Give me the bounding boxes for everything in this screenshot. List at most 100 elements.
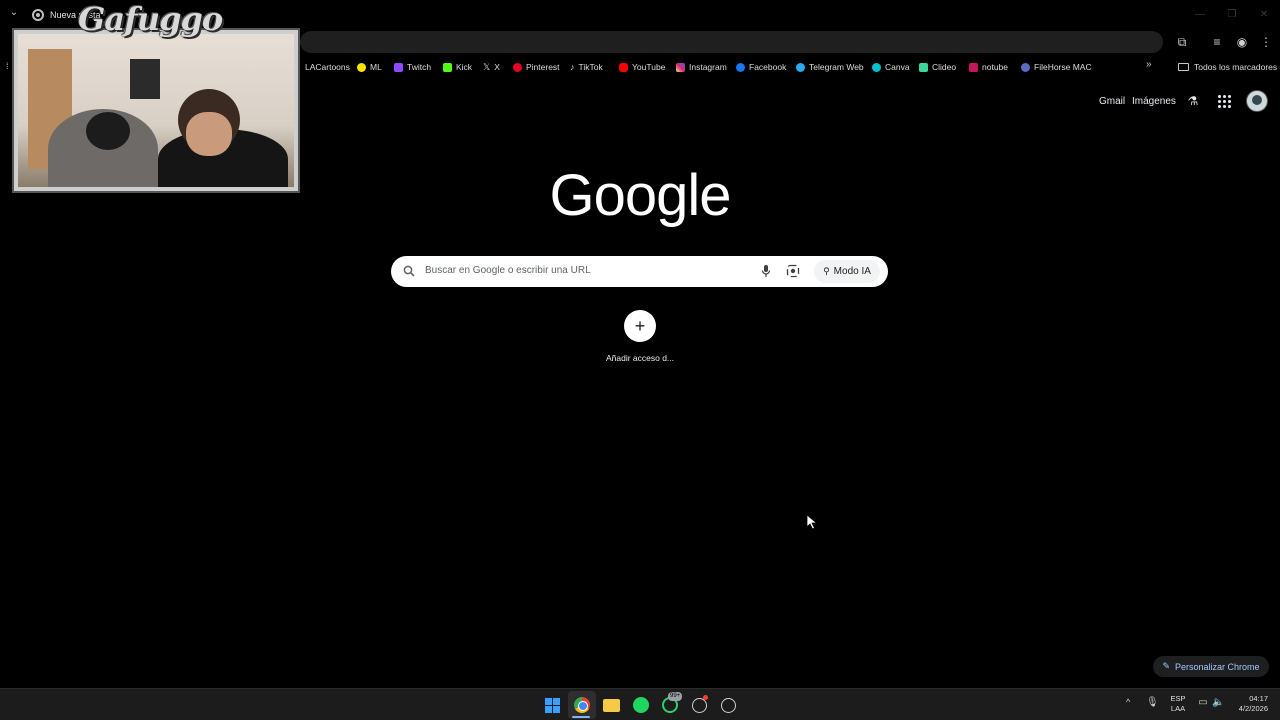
bookmark-canva[interactable]: Canva — [872, 59, 910, 75]
webcam-tv — [130, 59, 160, 99]
file-explorer-taskbar-button[interactable] — [600, 694, 622, 716]
filehorse-icon — [1021, 62, 1030, 72]
webcam-person-right-face — [186, 112, 232, 156]
system-clock[interactable]: 04:17 4/2/2026 — [1228, 694, 1268, 714]
webcam-person-left-head — [86, 112, 130, 150]
window-controls: — ❐ ✕ — [1184, 0, 1280, 28]
kick-icon — [443, 62, 452, 72]
clock-date: 4/2/2026 — [1238, 704, 1268, 713]
ai-search-icon: ⚲ — [823, 266, 830, 276]
microphone-tray-icon[interactable]: 🎙 — [1146, 697, 1159, 709]
bookmark-label: Twitch — [407, 62, 432, 72]
facebook-icon — [736, 62, 745, 72]
steam-icon — [720, 697, 736, 713]
extensions-icon[interactable]: ⧉ — [1174, 34, 1190, 50]
microphone-icon[interactable] — [760, 264, 772, 278]
customize-chrome-button[interactable]: ✎ Personalizar Chrome — [1153, 656, 1269, 677]
tab-search-chevron-icon[interactable]: ⌄ — [8, 7, 20, 19]
google-apps-icon[interactable] — [1218, 95, 1231, 108]
twitch-icon — [394, 62, 403, 72]
x-icon: 𝕏 — [483, 61, 491, 72]
google-logo: Google — [549, 163, 731, 228]
whatsapp-unread-badge: 99+ — [668, 692, 683, 701]
search-input[interactable]: Buscar en Google o escribir una URL — [425, 265, 591, 276]
all-bookmarks-label: Todos los marcadores — [1194, 62, 1278, 72]
chrome-taskbar-button[interactable] — [571, 694, 593, 716]
ai-mode-button[interactable]: ⚲ Modo IA — [814, 260, 880, 283]
bookmark-label: Clideo — [932, 62, 957, 72]
search-box[interactable]: Buscar en Google o escribir una URL ⚲ Mo… — [391, 256, 888, 287]
tiktok-icon: ♪ — [570, 62, 575, 72]
instagram-icon — [676, 62, 685, 72]
bookmark-notube[interactable]: notube — [969, 59, 1008, 75]
bookmark-facebook[interactable]: Facebook — [736, 59, 786, 75]
bookmark-label: YouTube — [632, 62, 666, 72]
menu-dots-icon[interactable]: ⋮ — [1258, 34, 1274, 50]
media-controls-icon[interactable]: ≡ — [1209, 34, 1225, 50]
google-lens-icon[interactable] — [786, 264, 800, 278]
bookmark-filehorse-mac[interactable]: FileHorse MAC — [1021, 59, 1092, 75]
bookmark-label: Facebook — [749, 62, 787, 72]
clock-time: 04:17 — [1249, 694, 1268, 703]
keyboard-layout: LAA — [1170, 704, 1186, 713]
canva-icon — [872, 62, 881, 72]
gmail-link[interactable]: Gmail — [1099, 96, 1125, 107]
network-icon[interactable]: ▭ — [1197, 697, 1209, 709]
notification-dot — [703, 695, 708, 700]
minimize-icon[interactable]: — — [1184, 0, 1216, 28]
show-hidden-icons-chevron-icon[interactable]: ^ — [1126, 697, 1130, 707]
bookmark-ml[interactable]: ML — [357, 59, 382, 75]
account-avatar[interactable] — [1246, 90, 1268, 112]
bookmark-label: notube — [982, 62, 1008, 72]
profile-icon[interactable]: ◉ — [1234, 34, 1250, 50]
bookmark-x[interactable]: 𝕏 X — [483, 59, 500, 75]
labs-flask-icon[interactable]: ⚗ — [1186, 94, 1200, 108]
windows-taskbar — [0, 688, 1280, 720]
streamer-logo: Gafuggo — [78, 0, 223, 38]
volume-icon[interactable]: 🔈 — [1212, 697, 1224, 709]
images-link[interactable]: Imágenes — [1132, 96, 1176, 107]
webcam-overlay — [12, 28, 300, 193]
bookmark-youtube[interactable]: YouTube — [619, 59, 665, 75]
bookmark-kick[interactable]: Kick — [443, 59, 472, 75]
youtube-icon — [619, 62, 628, 72]
notube-icon — [969, 62, 978, 72]
bookmark-twitch[interactable]: Twitch — [394, 59, 431, 75]
address-bar[interactable] — [300, 31, 1163, 53]
bookmark-pinterest[interactable]: Pinterest — [513, 59, 560, 75]
bookmark-label: Canva — [885, 62, 910, 72]
bookmark-lacartoons[interactable]: LACartoons — [305, 59, 350, 75]
all-bookmarks-folder[interactable]: Todos los marcadores — [1178, 59, 1277, 75]
more-bookmarks-chevron-icon[interactable]: » — [1146, 59, 1152, 70]
customize-chrome-label: Personalizar Chrome — [1175, 661, 1260, 672]
bookmarks-apps-icon[interactable]: ⁞ — [6, 61, 14, 73]
clideo-icon — [919, 62, 928, 72]
close-icon[interactable]: ✕ — [1248, 0, 1280, 28]
bookmark-label: X — [494, 62, 500, 72]
bookmark-instagram[interactable]: Instagram — [676, 59, 727, 75]
file-explorer-icon — [602, 698, 620, 712]
bookmark-label: TikTok — [578, 62, 603, 72]
bookmark-label: FileHorse MAC — [1034, 62, 1092, 72]
search-icon — [403, 265, 415, 277]
input-language-indicator[interactable]: ESP LAA — [1168, 694, 1188, 714]
bookmark-telegram-web[interactable]: Telegram Web — [796, 59, 864, 75]
bookmark-label: LACartoons — [305, 62, 350, 72]
spotify-icon — [633, 697, 649, 713]
add-icon[interactable]: + — [624, 310, 656, 342]
active-app-indicator — [572, 716, 590, 718]
bookmark-label: Telegram Web — [809, 62, 864, 72]
bookmark-tiktok[interactable]: ♪ TikTok — [570, 59, 603, 75]
mouse-cursor-icon — [806, 514, 818, 530]
bookmark-clideo[interactable]: Clideo — [919, 59, 956, 75]
add-shortcut-tile[interactable]: + Añadir acceso d... — [600, 310, 680, 368]
pencil-icon: ✎ — [1162, 661, 1170, 671]
app-taskbar-button-2[interactable] — [717, 694, 739, 716]
bookmark-label: ML — [370, 62, 382, 72]
add-shortcut-label: Añadir acceso d... — [605, 353, 675, 363]
chrome-icon — [574, 697, 590, 713]
ai-mode-label: Modo IA — [833, 266, 871, 277]
start-button[interactable] — [541, 694, 563, 716]
spotify-taskbar-button[interactable] — [630, 694, 652, 716]
restore-icon[interactable]: ❐ — [1216, 0, 1248, 28]
